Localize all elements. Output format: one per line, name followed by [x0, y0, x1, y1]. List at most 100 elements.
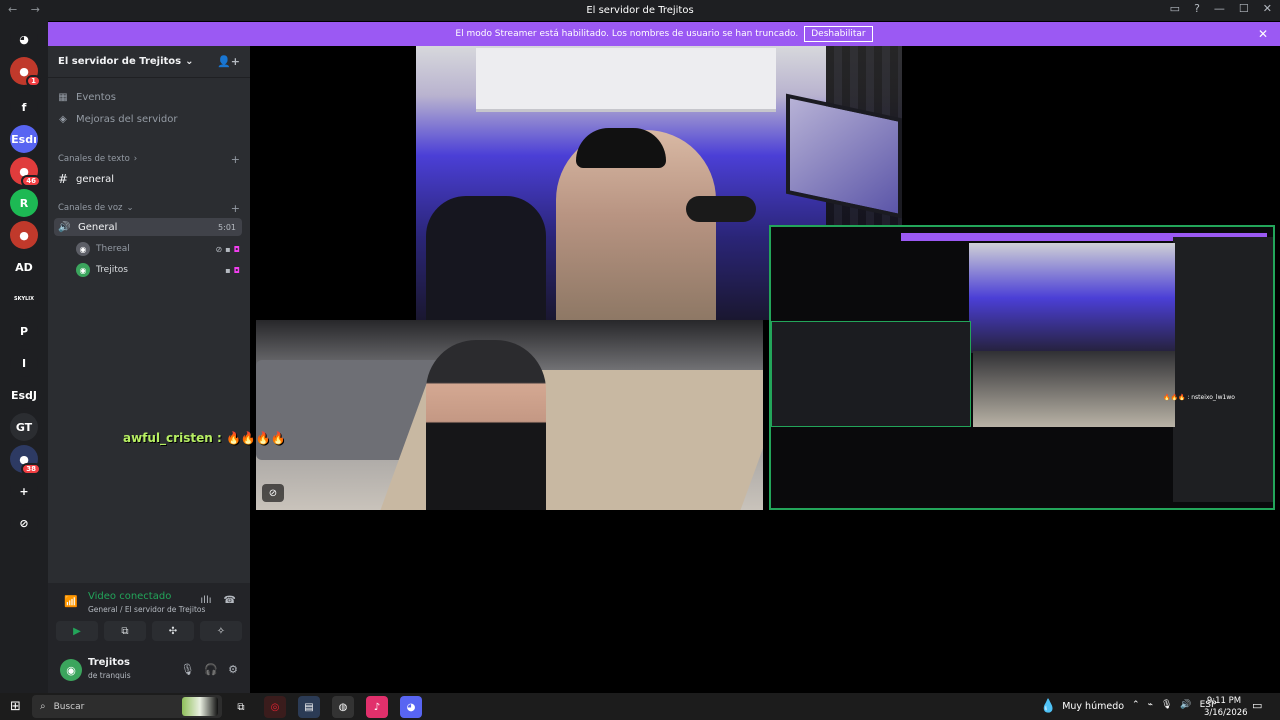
tiktok-icon[interactable]: ♪: [366, 696, 388, 718]
chevron-down-icon: ⌄: [185, 56, 194, 67]
overlay-username: awful_cristen :: [123, 431, 222, 445]
server-label: SKYLIX: [14, 296, 34, 302]
server-icon[interactable]: f: [10, 93, 38, 121]
video-stage: ⊘ 🔥🔥🔥 : nsteixo_lw1wo: [250, 46, 1280, 693]
minimize-button[interactable]: —: [1214, 2, 1225, 15]
voice-category[interactable]: Canales de voz ⌄ +: [58, 202, 240, 215]
screenshare-tile[interactable]: 🔥🔥🔥 : nsteixo_lw1wo: [769, 225, 1275, 510]
chair: [426, 196, 546, 320]
weather-widget[interactable]: 💧 Muy húmedo: [1040, 699, 1124, 714]
help-icon[interactable]: ?: [1194, 2, 1200, 15]
server-icon[interactable]: EsdJ: [10, 381, 38, 409]
discord-icon[interactable]: ◕: [400, 696, 422, 718]
windows-start-icon[interactable]: ⊞: [10, 699, 21, 714]
voice-user-icons: ▪ ◘: [225, 266, 240, 275]
search-highlight-image: [182, 697, 218, 716]
app-icon[interactable]: ◎: [264, 696, 286, 718]
video-tile-trejitos[interactable]: ⊘: [256, 320, 763, 510]
avatar[interactable]: ◉: [60, 659, 82, 681]
discord-icon-glyph: ◕: [19, 32, 29, 46]
window-controls: ▭ ? — ☐ ✕: [1170, 2, 1272, 15]
avatar[interactable]: ● 1: [10, 57, 41, 87]
mic-icon[interactable]: 🎙: [1161, 700, 1172, 710]
soundboard-button[interactable]: ✧: [200, 621, 242, 641]
add-channel-icon[interactable]: +: [231, 153, 240, 166]
voice-user-icons: ⊘ ▪ ◘: [216, 245, 240, 254]
discord-icon[interactable]: ◕: [10, 25, 38, 53]
mention-badge: 38: [21, 463, 41, 475]
avatar[interactable]: ● 38: [10, 445, 41, 475]
inbox-icon[interactable]: ▭: [1170, 2, 1180, 15]
add-server-icon[interactable]: +: [10, 477, 38, 505]
camera-button[interactable]: ▶: [56, 621, 98, 641]
invite-icon[interactable]: 👤+: [217, 55, 240, 68]
events-item[interactable]: ▦ Eventos: [56, 92, 242, 103]
clock[interactable]: 9:11 PM 3/16/2026: [1204, 695, 1248, 719]
server-icon[interactable]: Esdı: [10, 125, 38, 153]
server-label: I: [21, 356, 27, 370]
voice-channel-general[interactable]: 🔊 General 5:01: [54, 218, 242, 236]
explore-icon[interactable]: ⊘: [10, 509, 38, 537]
server-icon[interactable]: SKYLIX: [10, 285, 38, 313]
cap: [576, 128, 666, 168]
headphones-icon[interactable]: 🎧: [204, 663, 218, 676]
channel-general[interactable]: # general: [56, 172, 242, 186]
voice-actions: ıllı ☎: [200, 595, 236, 606]
voice-location[interactable]: General / El servidor de Trejitos: [88, 605, 205, 614]
voice-user[interactable]: ◉ Thereal ⊘ ▪ ◘: [76, 241, 240, 257]
disable-streamer-button[interactable]: Deshabilitar: [804, 26, 873, 42]
voice-channel-label: General: [78, 221, 118, 233]
date: 3/16/2026: [1204, 708, 1248, 718]
volume-icon[interactable]: 🔊: [1180, 700, 1191, 710]
disconnect-icon[interactable]: ☎: [224, 595, 236, 606]
notification-icon[interactable]: ▭: [1252, 699, 1262, 712]
server-label: P: [19, 324, 29, 338]
voice-user-name: Thereal: [96, 244, 130, 254]
avatar[interactable]: ●: [10, 221, 38, 249]
close-window-button[interactable]: ✕: [1263, 2, 1272, 15]
noise-suppression-icon[interactable]: ıllı: [200, 595, 211, 606]
speaker-icon: 🔊: [58, 221, 71, 233]
voice-status-label[interactable]: Video conectado: [88, 591, 171, 602]
mic-icon[interactable]: 🎙: [180, 663, 194, 676]
screenshare-button[interactable]: ⧉: [104, 621, 146, 641]
server-icon[interactable]: I: [10, 349, 38, 377]
close-icon[interactable]: ✕: [1258, 27, 1268, 41]
voice-status: 📶 Video conectado General / El servidor …: [56, 589, 242, 619]
text-category[interactable]: Canales de texto › +: [58, 153, 240, 166]
chevron-up-icon[interactable]: ⌃: [1132, 700, 1140, 710]
camera-icon: ▪: [225, 265, 231, 275]
nested-sidebar: [1173, 237, 1273, 502]
game-icon: ◘: [233, 244, 240, 254]
browser-icon[interactable]: ◍: [332, 696, 354, 718]
game-icon: ◘: [233, 265, 240, 275]
server-icon[interactable]: P: [10, 317, 38, 345]
microphone: [686, 196, 756, 222]
server-label: f: [21, 100, 27, 114]
gear-icon[interactable]: ⚙: [228, 663, 238, 676]
r-icon[interactable]: R: [10, 189, 38, 217]
server-header[interactable]: El servidor de Trejitos ⌄ 👤+: [48, 46, 250, 78]
search-placeholder: Buscar: [53, 701, 85, 712]
server-icon[interactable]: AD: [10, 253, 38, 281]
voice-user[interactable]: ◉ Trejitos ▪ ◘: [76, 262, 240, 278]
server-list: ◕ ● 1 f Esdı ● 46 R ● AD SKYLIX P I EsdJ GT ● 38 + ⊘: [0, 21, 48, 693]
user-name[interactable]: Trejitos: [88, 657, 130, 668]
nested-camera: [969, 243, 1175, 353]
server-label: GT: [15, 420, 33, 434]
network-icon[interactable]: ⌁: [1148, 700, 1153, 710]
hashtag-icon: #: [57, 172, 69, 186]
server-icon[interactable]: GT: [10, 413, 38, 441]
user-panel: ◉ Trejitos de tranquis 🎙 🎧 ⚙: [56, 653, 242, 687]
taskbar-search[interactable]: ⌕ Buscar: [32, 695, 222, 718]
boosts-item[interactable]: ◈ Mejoras del servidor: [56, 114, 242, 125]
task-view-icon[interactable]: ⧉: [230, 696, 252, 718]
add-voice-channel-icon[interactable]: +: [231, 202, 240, 215]
maximize-button[interactable]: ☐: [1239, 2, 1249, 15]
signal-icon[interactable]: 📶: [64, 595, 78, 608]
app-icon[interactable]: ● 46: [10, 157, 41, 187]
file-explorer-icon[interactable]: ▤: [298, 696, 320, 718]
user-controls: 🎙 🎧 ⚙: [180, 663, 238, 676]
time: 9:11 PM: [1206, 696, 1242, 706]
activities-button[interactable]: ✣: [152, 621, 194, 641]
